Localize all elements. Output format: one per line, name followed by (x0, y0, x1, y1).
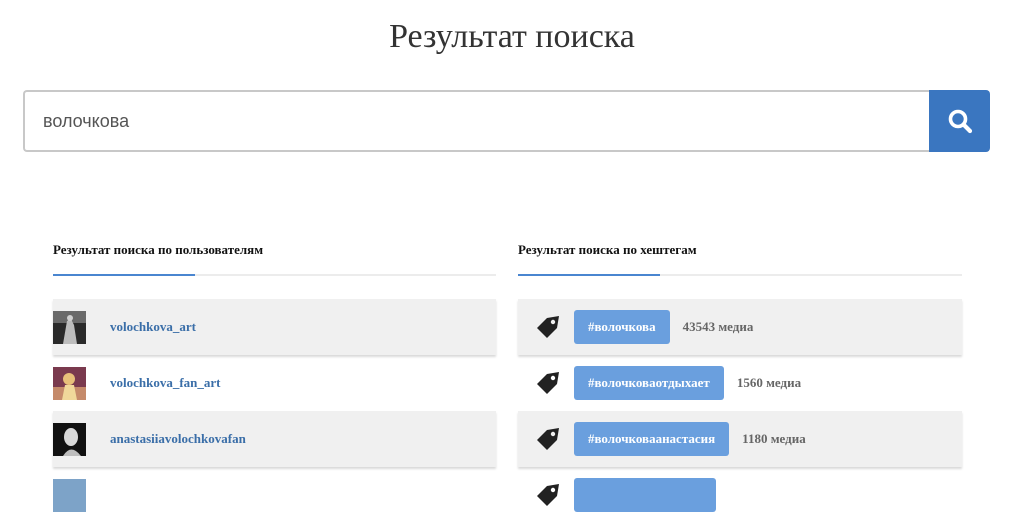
user-name-link[interactable]: anastasiiavolochkovafan (110, 431, 246, 447)
tag-icon (537, 428, 559, 450)
tag-icon (537, 372, 559, 394)
avatar (53, 422, 86, 456)
hashtag-chip[interactable]: #волочковаанастасия (574, 422, 730, 456)
tags-section: Результат поиска по хештегам #волочкова … (518, 240, 962, 523)
users-list: volochkova_art volochkova_fan_art anasta… (53, 299, 496, 523)
users-heading-divider (53, 274, 496, 276)
search-button[interactable] (929, 90, 990, 152)
users-section-heading: Результат поиска по пользователям (53, 242, 264, 257)
user-name-link[interactable]: volochkova_art (110, 319, 196, 335)
tags-section-heading: Результат поиска по хештегам (518, 242, 697, 257)
user-row[interactable] (53, 467, 496, 523)
tag-row[interactable]: #волочковаотдыхает 1560 медиа (518, 355, 962, 411)
avatar (53, 310, 86, 344)
tag-row[interactable] (518, 467, 962, 523)
hashtag-chip[interactable] (574, 478, 716, 512)
search-bar (23, 90, 990, 152)
tag-row[interactable]: #волочкова 43543 медиа (518, 299, 962, 355)
tag-icon (537, 316, 559, 338)
media-count: 1180 медиа (742, 431, 806, 446)
search-input[interactable] (23, 90, 929, 152)
page-title: Результат поиска (389, 18, 635, 55)
tag-icon (537, 484, 559, 506)
hashtag-chip[interactable]: #волочкова (574, 310, 670, 344)
user-row[interactable]: volochkova_art (53, 299, 496, 355)
tags-list: #волочкова 43543 медиа #волочковаотдыхае… (518, 299, 962, 523)
search-icon (948, 109, 972, 134)
tag-row[interactable]: #волочковаанастасия 1180 медиа (518, 411, 962, 467)
user-row[interactable]: volochkova_fan_art (53, 355, 496, 411)
avatar (53, 366, 86, 400)
hashtag-chip[interactable]: #волочковаотдыхает (574, 366, 724, 400)
tags-heading-divider (518, 274, 962, 276)
users-section: Результат поиска по пользователям voloch… (53, 240, 496, 523)
media-count: 43543 медиа (682, 319, 754, 334)
avatar (53, 478, 86, 512)
user-name-link[interactable]: volochkova_fan_art (110, 375, 221, 391)
user-row[interactable]: anastasiiavolochkovafan (53, 411, 496, 467)
media-count: 1560 медиа (736, 375, 802, 390)
